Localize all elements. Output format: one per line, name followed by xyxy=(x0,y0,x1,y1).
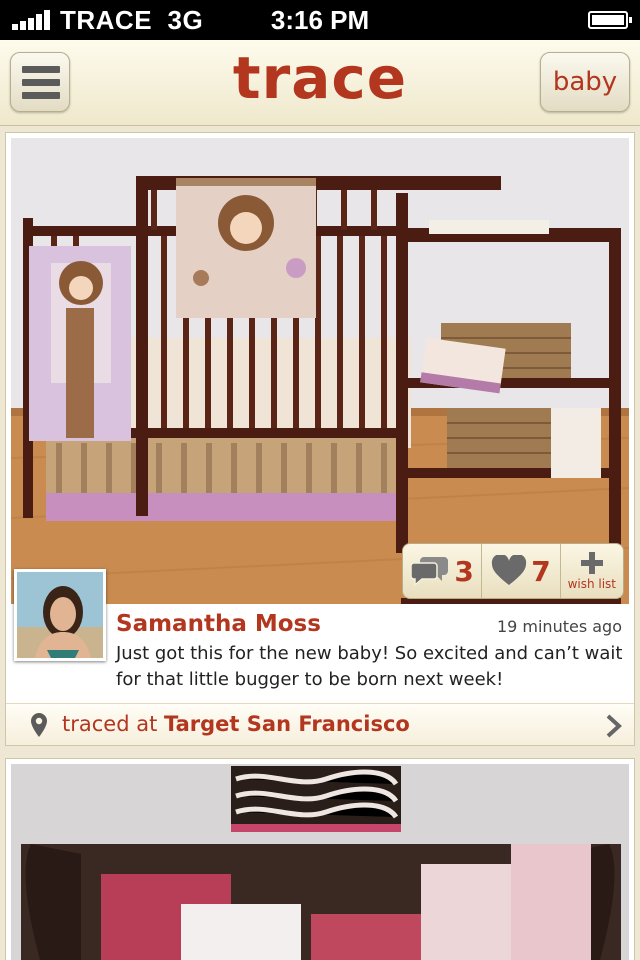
post-photo[interactable] xyxy=(11,764,629,960)
post-time: 19 minutes ago xyxy=(496,617,622,636)
location-text: traced at Target San Francisco xyxy=(62,712,410,736)
plus-icon xyxy=(580,552,603,574)
post-caption: Just got this for the new baby! So excit… xyxy=(116,643,623,690)
chevron-right-icon xyxy=(606,714,622,738)
location-pin-icon xyxy=(31,713,47,737)
post-card xyxy=(5,758,635,960)
comment-icon xyxy=(410,557,449,587)
post-actions: 3 7 wish list xyxy=(402,543,624,599)
like-button[interactable]: 7 xyxy=(481,544,559,598)
likes-count: 7 xyxy=(531,554,551,588)
comments-count: 3 xyxy=(454,554,474,588)
wishlist-label: wish list xyxy=(567,577,617,591)
heart-icon xyxy=(492,555,527,585)
avatar[interactable] xyxy=(14,569,106,661)
location-prefix: traced at xyxy=(62,712,158,736)
location-name: Target San Francisco xyxy=(164,712,410,736)
post-photo[interactable] xyxy=(11,138,629,604)
app-header: trace baby xyxy=(0,40,640,126)
post-location[interactable]: traced at Target San Francisco xyxy=(6,703,634,745)
post-card: 3 7 wish list Samantha Moss 19 minutes a… xyxy=(5,132,635,746)
comments-button[interactable]: 3 xyxy=(403,544,481,598)
category-button[interactable]: baby xyxy=(540,52,630,112)
wishlist-button[interactable]: wish list xyxy=(559,544,623,598)
post-username[interactable]: Samantha Moss xyxy=(116,611,321,637)
battery-icon xyxy=(588,11,632,29)
status-time: 3:16 PM xyxy=(270,5,370,35)
status-bar: TRACE 3G 3:16 PM xyxy=(0,0,640,40)
